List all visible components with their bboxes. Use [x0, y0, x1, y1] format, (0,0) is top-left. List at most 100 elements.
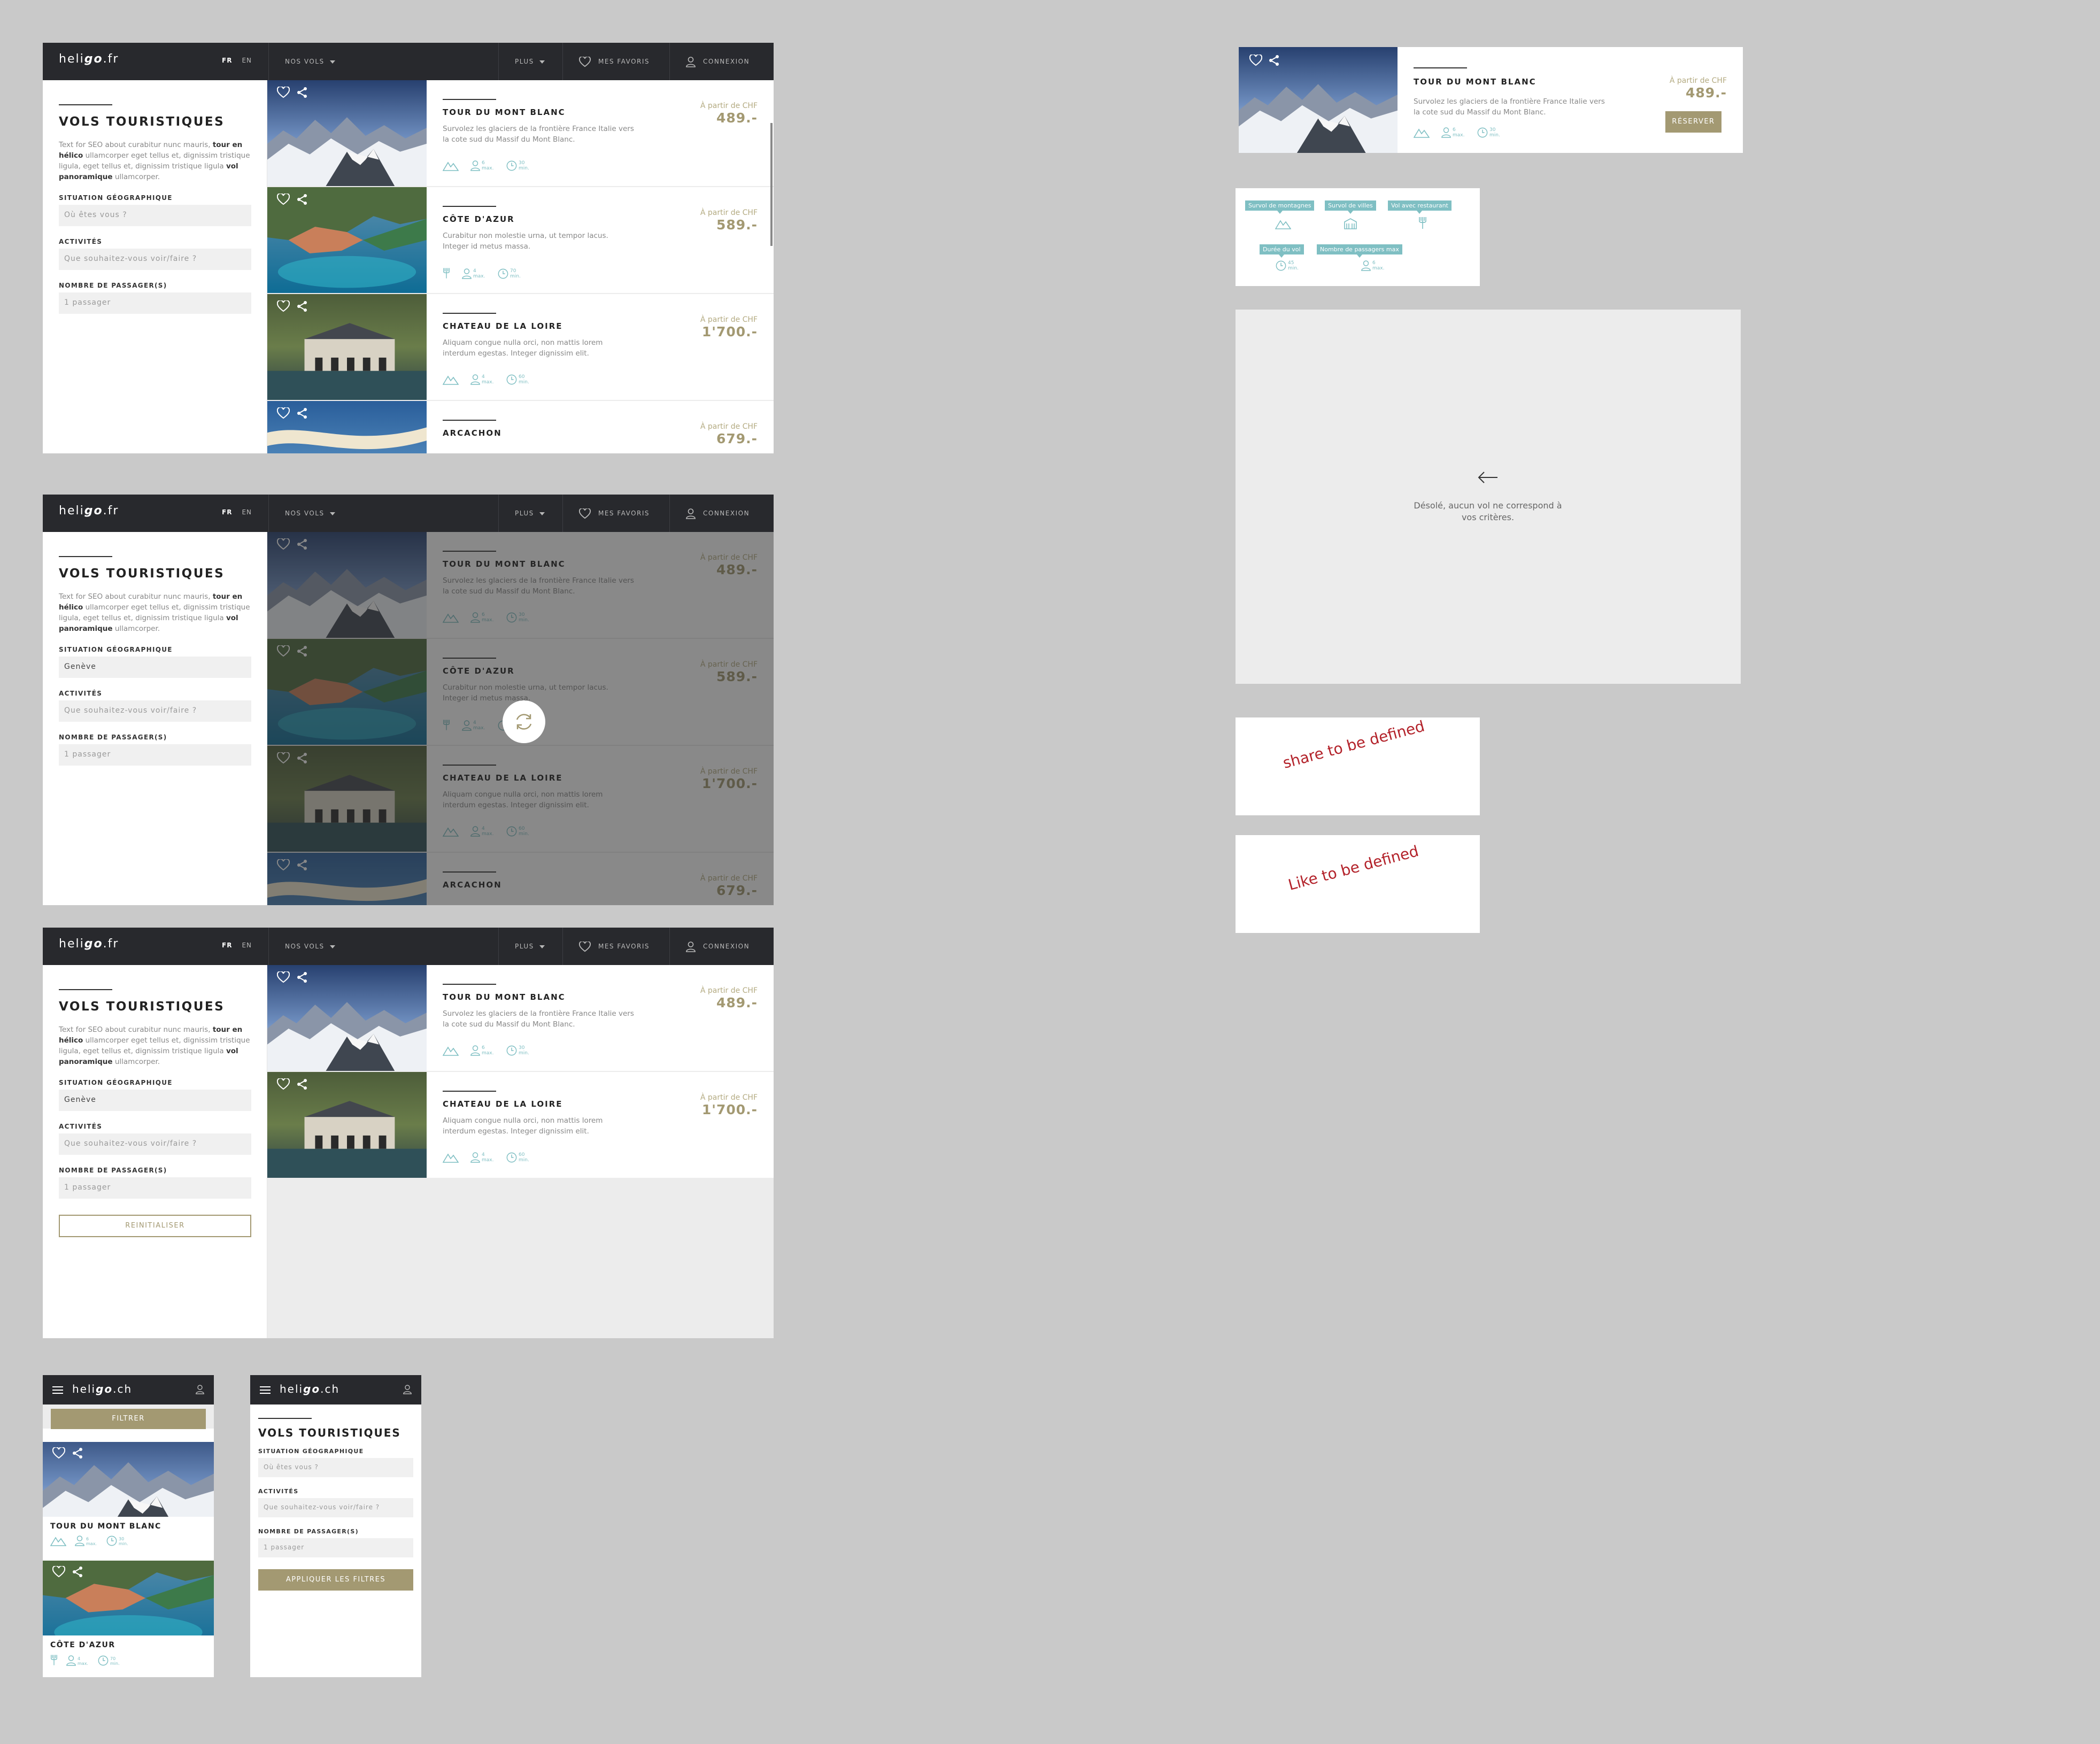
share-icon[interactable] [296, 87, 308, 98]
activities-label: ACTIVITÉS [59, 1123, 103, 1130]
user-icon[interactable] [403, 1385, 412, 1394]
lang-fr-link[interactable]: FR [222, 942, 232, 949]
flight-card[interactable]: CHATEAU DE LA LOIREAliquam congue nulla … [267, 1072, 774, 1179]
flight-photo [1239, 47, 1398, 153]
flight-list: TOUR DU MONT BLANCSurvolez les glaciers … [267, 965, 774, 1338]
menu-icon[interactable] [260, 1386, 271, 1394]
nav-favorites-link[interactable]: MES FAVORIS [562, 495, 669, 532]
passengers-input[interactable]: 1 passager [59, 744, 251, 766]
desktop-filtered-screen: heligo.fr FR EN NOS VOLS PLUS MES FAVORIS… [43, 928, 774, 1338]
location-input[interactable]: Où êtes vous ? [59, 205, 251, 226]
user-icon[interactable] [196, 1385, 204, 1394]
title-rule [59, 104, 112, 105]
lang-en-link[interactable]: EN [242, 942, 252, 949]
mobile-card[interactable]: TOUR DU MONT BLANC 6 max. 30 min. [43, 1442, 214, 1560]
list-scrollbar[interactable] [770, 123, 773, 246]
nav-favorites-link[interactable]: MES FAVORIS [562, 928, 669, 965]
share-icon[interactable] [296, 300, 308, 312]
flight-card-widget[interactable]: TOUR DU MONT BLANC Survolez les glaciers… [1239, 47, 1743, 153]
passengers-label: NOMBRE DE PASSAGER(S) [59, 282, 167, 289]
arrow-left-icon[interactable] [1477, 471, 1499, 484]
share-icon[interactable] [72, 1566, 83, 1578]
nav-login-link[interactable]: CONNEXION [669, 43, 774, 80]
nav-login-link[interactable]: CONNEXION [669, 495, 774, 532]
nav-more-menu[interactable]: PLUS [498, 928, 562, 965]
favorite-heart-icon[interactable] [277, 87, 290, 98]
flight-card[interactable]: CHATEAU DE LA LOIREAliquam congue nulla … [267, 294, 774, 401]
lang-fr-link[interactable]: FR [222, 57, 232, 64]
passengers-input[interactable]: 1 passager [59, 1177, 251, 1199]
location-input[interactable]: Où êtes vous ? [258, 1458, 413, 1477]
favorite-heart-icon[interactable] [277, 971, 290, 983]
location-input[interactable]: Genève [59, 657, 251, 678]
passengers-feature: 6 max. [1441, 127, 1465, 138]
reset-filters-button[interactable]: REINITIALISER [59, 1215, 251, 1237]
heart-icon [579, 508, 591, 519]
favorite-heart-icon[interactable] [277, 300, 290, 312]
nav-flights-menu[interactable]: NOS VOLS [268, 928, 498, 965]
site-logo[interactable]: heligo.fr [59, 504, 119, 518]
favorite-heart-icon[interactable] [52, 1447, 65, 1459]
passengers-input[interactable]: 1 passager [59, 292, 251, 314]
heart-icon [579, 57, 591, 67]
share-icon[interactable] [296, 194, 308, 205]
site-logo[interactable]: heligo.fr [59, 937, 119, 951]
flight-card[interactable]: TOUR DU MONT BLANCSurvolez les glaciers … [267, 80, 774, 187]
price-value: 589.- [716, 217, 758, 233]
refresh-icon [516, 714, 532, 730]
nav-flights-menu[interactable]: NOS VOLS [268, 43, 498, 80]
activities-input[interactable]: Que souhaitez-vous voir/faire ? [59, 249, 251, 270]
lang-fr-link[interactable]: FR [222, 508, 232, 516]
title-rule [443, 984, 496, 985]
filter-button[interactable]: FILTRER [51, 1409, 206, 1429]
activities-input[interactable]: Que souhaitez-vous voir/faire ? [59, 1133, 251, 1155]
lang-en-link[interactable]: EN [242, 508, 252, 516]
share-icon[interactable] [296, 407, 308, 419]
activities-input[interactable]: Que souhaitez-vous voir/faire ? [59, 700, 251, 722]
activities-input[interactable]: Que souhaitez-vous voir/faire ? [258, 1498, 413, 1517]
passengers-feature: 4 max. [462, 268, 486, 279]
loading-overlay [267, 532, 774, 905]
price-from-label: À partir de CHF [700, 422, 758, 431]
card-features: 6 max. 30 min. [443, 1045, 532, 1056]
site-logo[interactable]: heligo.ch [72, 1383, 132, 1395]
activities-label: ACTIVITÉS [258, 1488, 299, 1495]
nav-login-link[interactable]: CONNEXION [669, 928, 774, 965]
card-features: 6 max. 30 min. [1414, 127, 1503, 138]
flight-card[interactable]: TOUR DU MONT BLANCSurvolez les glaciers … [267, 965, 774, 1072]
favorite-heart-icon[interactable] [52, 1566, 65, 1578]
favorite-heart-icon[interactable] [1249, 55, 1262, 66]
mobile-card[interactable]: CÔTE D'AZUR 4 max. 70 min. [43, 1561, 214, 1677]
share-icon[interactable] [1268, 55, 1280, 66]
share-icon[interactable] [72, 1447, 83, 1459]
lang-en-link[interactable]: EN [242, 57, 252, 64]
seo-text: Text for SEO about curabitur nunc mauris… [59, 141, 250, 181]
apply-filters-button[interactable]: APPLIQUER LES FILTRES [258, 1569, 413, 1591]
share-icon[interactable] [296, 971, 308, 983]
passengers-input[interactable]: 1 passager [258, 1538, 413, 1557]
title-rule [258, 1418, 312, 1419]
nav-more-menu[interactable]: PLUS [498, 495, 562, 532]
flight-list: TOUR DU MONT BLANCSurvolez les glaciers … [267, 80, 774, 453]
book-button[interactable]: RÉSERVER [1665, 111, 1721, 133]
favorite-heart-icon[interactable] [277, 194, 290, 205]
flight-card[interactable]: ARCACHONÀ partir de CHF679.- [267, 401, 774, 453]
price-from-label: À partir de CHF [700, 315, 758, 324]
favorite-heart-icon[interactable] [277, 407, 290, 419]
card-body: TOUR DU MONT BLANCSurvolez les glaciers … [443, 965, 774, 1071]
menu-icon[interactable] [52, 1386, 63, 1394]
price-from-label: À partir de CHF [1669, 76, 1727, 85]
nav-flights-menu[interactable]: NOS VOLS [268, 495, 498, 532]
nav-more-menu[interactable]: PLUS [498, 43, 562, 80]
price-value: 489.- [716, 110, 758, 126]
location-input[interactable]: Genève [59, 1090, 251, 1111]
favorite-heart-icon[interactable] [277, 1078, 290, 1090]
nav-favorites-link[interactable]: MES FAVORIS [562, 43, 669, 80]
like-note: Like to be defined [1236, 835, 1480, 933]
site-logo[interactable]: heligo.fr [59, 52, 119, 66]
site-logo[interactable]: heligo.ch [280, 1383, 339, 1395]
desktop-loading-screen: heligo.fr FR EN NOS VOLS PLUS MES FAVORIS… [43, 495, 774, 905]
share-icon[interactable] [296, 1078, 308, 1090]
flight-card[interactable]: CÔTE D'AZURCurabitur non molestie urna, … [267, 187, 774, 294]
duration-feature: 70 min. [98, 1655, 123, 1666]
